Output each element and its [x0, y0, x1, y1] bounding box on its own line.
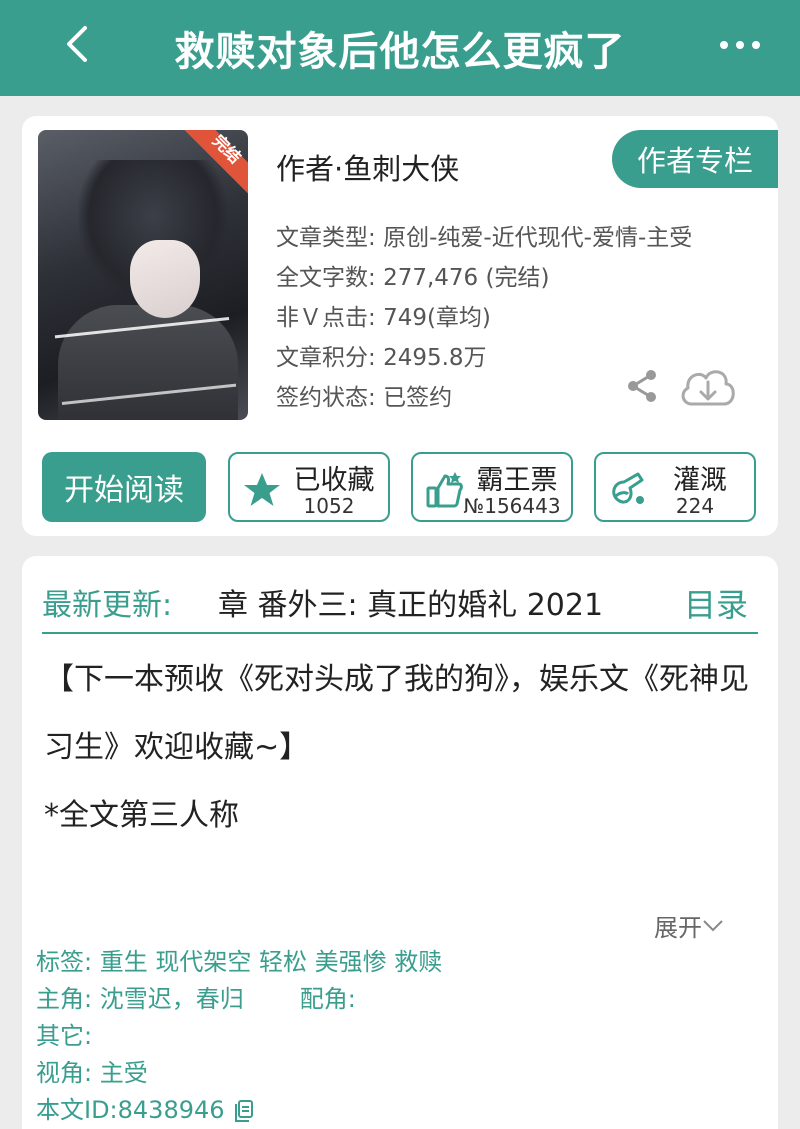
latest-update-label: 最新更新: — [42, 588, 173, 623]
water-label: 灌溉 — [673, 465, 727, 496]
ticket-button[interactable]: 霸王票 №156443 — [411, 452, 573, 522]
perspective-row: 视角: 主受 — [36, 1059, 148, 1087]
other-row: 其它: — [36, 1022, 93, 1050]
ticket-count: №156443 — [463, 494, 561, 518]
action-bar: 开始阅读 已收藏 1052 霸王票 №156443 灌溉 224 — [42, 452, 758, 522]
top-bar: 救赎对象后他怎么更疯了 — [0, 0, 800, 96]
copy-icon[interactable] — [233, 1099, 255, 1123]
tags-row: 标签: 重生 现代架空 轻松 美强惨 救赎 — [36, 948, 443, 976]
book-id: 本文ID:8438946 — [36, 1096, 225, 1124]
cloud-download-icon[interactable] — [678, 364, 738, 410]
page-title: 救赎对象后他怎么更疯了 — [174, 29, 626, 75]
favorite-count: 1052 — [303, 494, 355, 518]
book-tags-info: 标签: 重生 现代架空 轻松 美强惨 救赎 主角: 沈雪迟，春归 配角: 其它: … — [36, 944, 442, 1129]
ticket-label: 霸王票 — [476, 465, 558, 496]
expand-label: 展开 — [654, 914, 702, 942]
more-button[interactable] — [720, 30, 760, 60]
latest-update-value[interactable]: 章 番外三: 真正的婚礼 2021 — [218, 580, 654, 624]
intro-paragraph: 【下一本预收《死对头成了我的狗》，娱乐文《死神见习生》欢迎收藏~】 — [44, 662, 749, 765]
favorite-button[interactable]: 已收藏 1052 — [228, 452, 390, 522]
meta-type: 文章类型: 原创-纯爱-近代现代-爱情-主受 — [276, 225, 693, 251]
protagonist-text: 主角: 沈雪迟，春归 — [36, 985, 244, 1013]
chevron-down-icon — [703, 919, 723, 931]
water-count: 224 — [675, 494, 715, 518]
roles-row: 主角: 沈雪迟，春归 配角: — [36, 981, 442, 1018]
book-cover[interactable]: 完结 — [38, 130, 248, 420]
meta-words: 全文字数: 277,476 (完结) — [276, 265, 550, 291]
back-button[interactable] — [58, 24, 98, 64]
intro-paragraph: *全文第三人称 — [44, 798, 239, 833]
author-zone-button[interactable]: 作者专栏 — [612, 130, 778, 188]
favorite-label: 已收藏 — [293, 465, 375, 496]
start-reading-button[interactable]: 开始阅读 — [42, 452, 206, 522]
toc-link[interactable]: 目录 — [684, 580, 748, 626]
book-detail-card: 最新更新: 章 番外三: 真正的婚礼 2021 目录 【下一本预收《死对头成了我… — [22, 556, 778, 1129]
book-info-card: 完结 作者·鱼刺大侠 作者专栏 文章类型: 原创-纯爱-近代现代-爱情-主受 全… — [22, 116, 778, 536]
meta-clicks: 非Ｖ点击: 749(章均) — [276, 305, 491, 331]
expand-button[interactable]: 展开 — [654, 908, 724, 943]
chevron-left-icon — [67, 26, 87, 62]
share-icon[interactable] — [624, 368, 660, 404]
latest-update-row[interactable]: 最新更新: 章 番外三: 真正的婚礼 2021 目录 — [42, 574, 758, 634]
water-button[interactable]: 灌溉 224 — [594, 452, 756, 522]
more-dots-icon — [720, 41, 728, 49]
book-id-row: 本文ID:8438946 — [36, 1092, 442, 1129]
author-name[interactable]: 作者·鱼刺大侠 — [276, 146, 459, 188]
supporting-text: 配角: — [299, 985, 356, 1013]
book-intro: 【下一本预收《死对头成了我的狗》，娱乐文《死神见习生》欢迎收藏~】 *全文第三人… — [44, 646, 764, 850]
